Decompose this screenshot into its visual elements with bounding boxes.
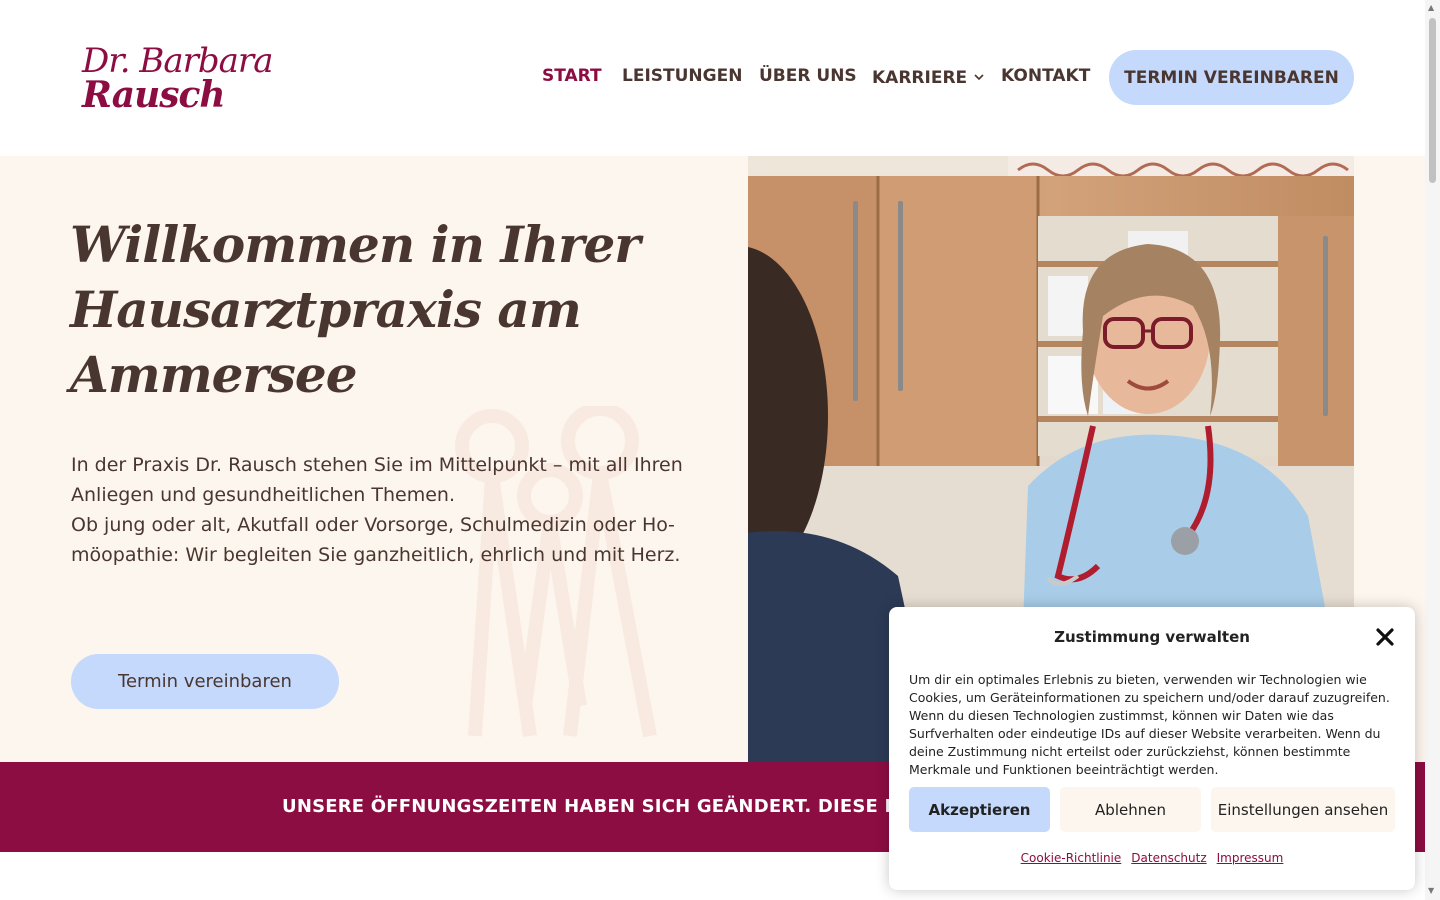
cookie-consent-dialog: Zustimmung verwalten Um dir ein optimale… bbox=[889, 607, 1415, 890]
cookie-dialog-links: Cookie-Richtlinie Datenschutz Impressum bbox=[889, 851, 1415, 865]
hero-appointment-button[interactable]: Termin vereinbaren bbox=[71, 654, 339, 709]
cookie-policy-link[interactable]: Cookie-Richtlinie bbox=[1021, 851, 1122, 865]
nav-item-leistungen[interactable]: LEISTUNGEN bbox=[622, 66, 742, 86]
nav-item-kontakt[interactable]: KONTAKT bbox=[1001, 66, 1090, 86]
accept-cookies-button[interactable]: Akzeptieren bbox=[909, 787, 1050, 832]
view-preferences-button[interactable]: Einstellungen ansehen bbox=[1211, 787, 1395, 832]
logo-line-1: Dr. Barbara bbox=[82, 41, 273, 81]
hero-paragraph-2: Ob jung oder alt, Akutfall oder Vorsorge… bbox=[71, 514, 681, 566]
scroll-up-arrow-icon[interactable]: ▲ bbox=[1428, 3, 1434, 12]
hero-paragraph-1: In der Praxis Dr. Rausch stehen Sie im M… bbox=[71, 454, 683, 506]
chevron-down-icon bbox=[974, 66, 984, 86]
imprint-link[interactable]: Impressum bbox=[1217, 851, 1284, 865]
scrollbar-thumb[interactable] bbox=[1429, 18, 1436, 183]
page-scrollbar[interactable]: ▲ ▼ bbox=[1425, 0, 1440, 900]
scroll-down-arrow-icon[interactable]: ▼ bbox=[1428, 886, 1434, 895]
close-icon[interactable] bbox=[1375, 627, 1395, 647]
site-logo[interactable]: Dr. Barbara Rausch bbox=[82, 41, 273, 116]
deny-cookies-button[interactable]: Ablehnen bbox=[1060, 787, 1201, 832]
nav-item-karriere-label: KARRIERE bbox=[872, 68, 968, 88]
nav-item-karriere[interactable]: KARRIERE bbox=[872, 66, 984, 88]
hero-intro: In der Praxis Dr. Rausch stehen Sie im M… bbox=[71, 450, 691, 570]
site-header: Dr. Barbara Rausch START LEISTUNGEN ÜBER… bbox=[0, 0, 1425, 156]
banner-text: UNSERE ÖFFNUNGSZEITEN HABEN SICH GEÄNDER… bbox=[282, 796, 982, 817]
logo-line-2: Rausch bbox=[82, 74, 226, 116]
cookie-dialog-text: Um dir ein optimales Erlebnis zu bieten,… bbox=[909, 672, 1390, 777]
header-appointment-button[interactable]: TERMIN VEREINBAREN bbox=[1109, 50, 1354, 105]
hero-title: Willkommen in Ihrer Hausarztpraxis am Am… bbox=[70, 215, 641, 404]
cookie-dialog-title: Zustimmung verwalten bbox=[1054, 628, 1250, 646]
nav-item-start[interactable]: START bbox=[542, 66, 602, 86]
nav-item-ueber-uns[interactable]: ÜBER UNS bbox=[759, 66, 857, 86]
privacy-link[interactable]: Datenschutz bbox=[1131, 851, 1206, 865]
